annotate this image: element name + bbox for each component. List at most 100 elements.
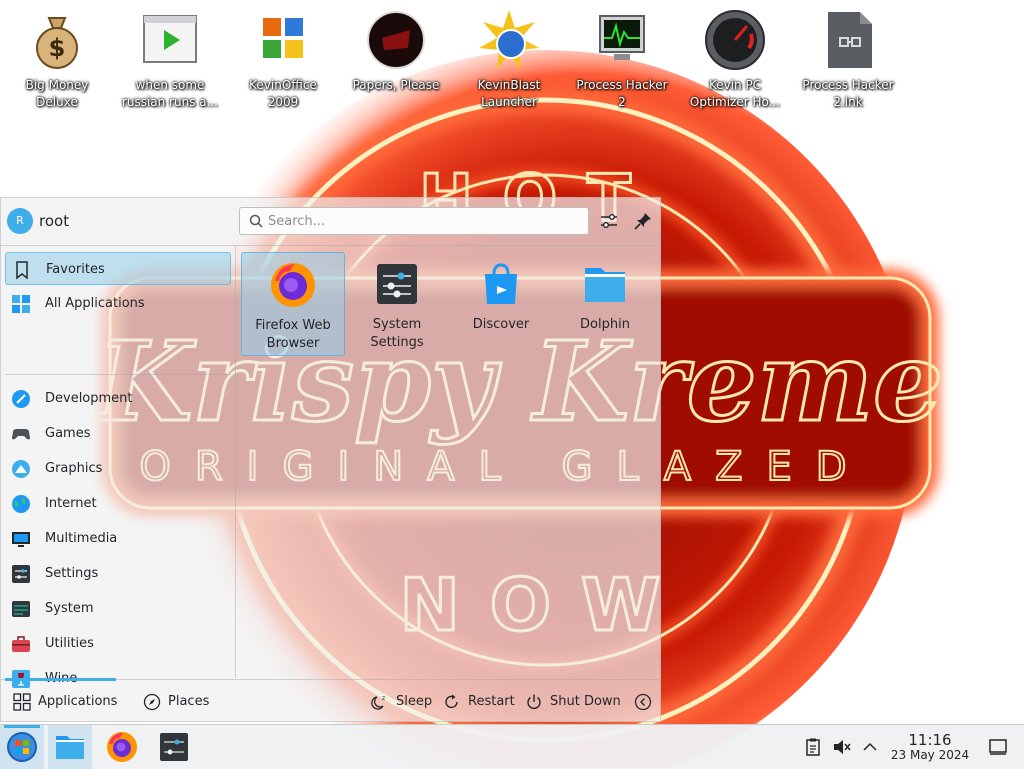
category-label: Favorites xyxy=(46,262,105,277)
desktop-icon-label: KevinBlast Launcher xyxy=(477,78,541,109)
globe-icon xyxy=(12,495,30,513)
clipboard-icon[interactable] xyxy=(803,737,823,757)
desktop-icon-process-hacker[interactable]: Process Hacker 2 xyxy=(568,8,676,111)
process-monitor-icon xyxy=(599,15,645,60)
desktop-icon-label: Process Hacker 2 xyxy=(576,78,668,109)
clock-time[interactable]: 11:16 xyxy=(895,731,965,749)
app-firefox[interactable]: Firefox Web Browser xyxy=(241,252,345,356)
desktop-icon-kevinblast[interactable]: KevinBlast Launcher xyxy=(455,8,563,111)
tab-label: Places xyxy=(168,694,210,709)
favorites-grid: Firefox Web Browser System Settings Disc… xyxy=(237,246,657,676)
tab-label: Applications xyxy=(38,694,118,709)
application-launcher: R root Favorites All Applications De xyxy=(0,197,661,722)
category-label: Games xyxy=(45,426,91,441)
category-development[interactable]: Development xyxy=(5,382,231,415)
app-label: Firefox Web Browser xyxy=(255,318,331,351)
money-bag-icon: $ xyxy=(36,17,78,69)
category-settings[interactable]: Settings xyxy=(5,557,231,590)
desktop-icon-big-money-deluxe[interactable]: $ Big Money Deluxe xyxy=(3,8,111,111)
category-all-applications[interactable]: All Applications xyxy=(5,287,231,320)
app-label: System Settings xyxy=(370,317,424,350)
desktop-icon-papers-please[interactable]: Papers, Please xyxy=(342,8,450,94)
restart-icon xyxy=(445,694,458,709)
desktop-icon-label: Big Money Deluxe xyxy=(25,78,89,109)
development-icon xyxy=(12,390,30,408)
category-label: Settings xyxy=(45,566,99,581)
clock-date[interactable]: 23 May 2024 xyxy=(880,748,980,762)
settings-icon xyxy=(12,565,30,583)
sleep-button[interactable]: z Sleep xyxy=(371,692,433,714)
category-multimedia[interactable]: Multimedia xyxy=(5,522,231,555)
pin-icon[interactable] xyxy=(632,210,654,232)
firefox-icon xyxy=(107,732,137,762)
category-favorites[interactable]: Favorites xyxy=(5,252,231,285)
desktop-icon-process-hacker-lnk[interactable]: Process Hacker 2.lnk xyxy=(794,8,902,111)
taskbar xyxy=(0,724,1024,769)
svg-text:z: z xyxy=(382,695,385,702)
taskbar-dolphin[interactable] xyxy=(48,725,92,769)
toolbox-icon xyxy=(12,636,30,652)
category-label: Internet xyxy=(45,496,97,511)
application-launcher-button[interactable] xyxy=(0,725,44,769)
category-internet[interactable]: Internet xyxy=(5,487,231,520)
category-games[interactable]: Games xyxy=(5,417,231,450)
category-sidebar: Favorites All Applications Development G… xyxy=(1,246,236,688)
system-settings-icon xyxy=(377,264,417,304)
taskbar-system-settings[interactable] xyxy=(152,725,196,769)
category-label: Graphics xyxy=(45,461,103,476)
gamepad-icon xyxy=(12,429,30,440)
category-utilities[interactable]: Utilities xyxy=(5,627,231,660)
video-player-icon xyxy=(143,15,197,63)
search-input[interactable] xyxy=(239,207,589,235)
desktop-icon-kevinoffice[interactable]: KevinOffice 2009 xyxy=(229,8,337,111)
desktop-icon-label: Process Hacker 2.lnk xyxy=(802,78,894,109)
taskbar-firefox[interactable] xyxy=(100,725,144,769)
category-system[interactable]: System xyxy=(5,592,231,625)
power-icon xyxy=(527,694,541,709)
shutdown-button[interactable]: Shut Down xyxy=(525,692,621,714)
chevron-up-icon[interactable] xyxy=(860,737,880,757)
start-orb-icon xyxy=(7,732,37,762)
gauge-icon xyxy=(705,10,765,70)
app-dolphin[interactable]: Dolphin xyxy=(553,252,657,356)
volume-muted-icon[interactable] xyxy=(832,737,852,757)
button-label: Shut Down xyxy=(550,694,621,709)
discover-icon xyxy=(485,263,517,304)
multimedia-icon xyxy=(12,532,30,547)
user-avatar[interactable]: R xyxy=(7,208,33,234)
svg-text:$: $ xyxy=(49,34,66,62)
launcher-header: R root xyxy=(1,198,660,246)
desktop-icon-video[interactable]: when some russian runs a... xyxy=(116,8,224,111)
applications-grid-icon xyxy=(13,693,31,711)
desktop-icon-kevin-pc-optimizer[interactable]: Kevin PC Optimizer Ho... xyxy=(681,8,789,111)
category-graphics[interactable]: Graphics xyxy=(5,452,231,485)
desktop-icon-label: KevinOffice 2009 xyxy=(249,78,317,109)
desktop-icon-label: when some russian runs a... xyxy=(121,78,219,109)
shortcut-file-icon xyxy=(828,12,872,68)
button-label: Restart xyxy=(468,694,515,709)
category-label: Development xyxy=(45,391,133,406)
button-label: Sleep xyxy=(396,694,433,709)
category-label: Multimedia xyxy=(45,531,118,546)
tab-places[interactable]: Places xyxy=(143,692,223,714)
restart-button[interactable]: Restart xyxy=(443,692,515,714)
launcher-footer: Applications Places z Sleep Restart Shut… xyxy=(1,678,660,724)
papers-please-icon xyxy=(367,11,425,69)
office-suite-icon xyxy=(263,18,303,58)
tab-applications[interactable]: Applications xyxy=(13,692,123,714)
system-icon xyxy=(12,601,30,617)
search-icon xyxy=(249,214,263,228)
more-options-icon[interactable] xyxy=(634,693,652,711)
show-desktop-icon[interactable] xyxy=(988,737,1008,757)
bookmark-icon xyxy=(16,261,28,280)
desktop-icon-label: Kevin PC Optimizer Ho... xyxy=(689,78,781,109)
app-system-settings[interactable]: System Settings xyxy=(345,252,449,356)
app-label: Dolphin xyxy=(580,317,630,332)
app-discover[interactable]: Discover xyxy=(449,252,553,356)
active-indicator xyxy=(4,725,40,728)
active-tab-indicator xyxy=(5,678,116,681)
kevinblast-icon xyxy=(479,10,539,70)
category-divider xyxy=(5,374,231,375)
configure-icon[interactable] xyxy=(598,210,620,232)
category-label: Utilities xyxy=(45,636,94,651)
